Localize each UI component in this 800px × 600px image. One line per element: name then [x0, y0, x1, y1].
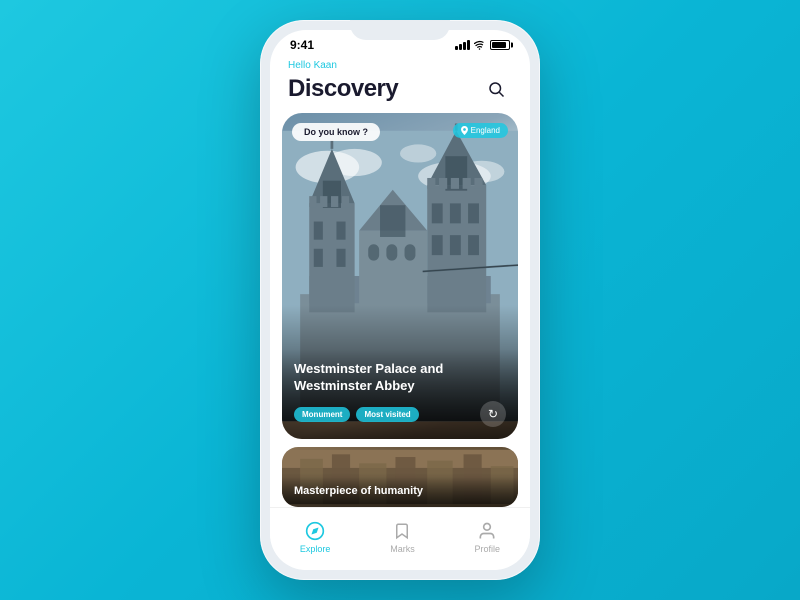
location-text: England [471, 126, 500, 135]
explore-icon [304, 520, 326, 542]
nav-explore[interactable]: Explore [284, 516, 347, 558]
battery-icon [490, 40, 510, 50]
feature-card[interactable]: Do you know ? England Westminster Palace… [282, 113, 518, 439]
tag-most-visited[interactable]: Most visited [356, 407, 418, 422]
secondary-card[interactable]: Masterpiece of humanity [282, 447, 518, 507]
search-button[interactable] [480, 73, 512, 105]
profile-icon [476, 520, 498, 542]
status-icons [455, 40, 510, 50]
nav-marks[interactable]: Marks [374, 516, 431, 558]
card-title: Westminster Palace and Westminster Abbey [294, 361, 506, 395]
tag-monument[interactable]: Monument [294, 407, 350, 422]
phone-frame: 9:41 Hello Kaan Discovery [260, 20, 540, 580]
refresh-button[interactable]: ↻ [480, 401, 506, 427]
secondary-card-bg: Masterpiece of humanity [282, 447, 518, 507]
nav-profile[interactable]: Profile [459, 516, 517, 558]
status-time: 9:41 [290, 38, 314, 52]
phone-screen: 9:41 Hello Kaan Discovery [270, 30, 530, 570]
search-icon [487, 80, 505, 98]
card-tags: Monument Most visited ↻ [294, 401, 506, 427]
header-row: Discovery [288, 73, 512, 105]
greeting-text: Hello Kaan [288, 60, 512, 71]
wifi-icon [474, 40, 486, 50]
marks-icon [391, 520, 413, 542]
phone-notch [350, 20, 450, 40]
secondary-card-title: Masterpiece of humanity [294, 485, 423, 497]
bottom-nav: Explore Marks Profile [270, 507, 530, 570]
profile-label: Profile [475, 544, 501, 554]
do-you-know-badge[interactable]: Do you know ? [292, 123, 380, 141]
page-title: Discovery [288, 75, 398, 103]
explore-label: Explore [300, 544, 331, 554]
card-overlay: Westminster Palace and Westminster Abbey… [282, 349, 518, 439]
location-icon [461, 126, 468, 135]
secondary-card-overlay: Masterpiece of humanity [282, 473, 518, 507]
location-badge: England [453, 123, 508, 138]
main-content: Do you know ? England Westminster Palace… [270, 113, 530, 507]
marks-label: Marks [390, 544, 415, 554]
app-header: Hello Kaan Discovery [270, 56, 530, 113]
signal-icon [455, 40, 470, 50]
